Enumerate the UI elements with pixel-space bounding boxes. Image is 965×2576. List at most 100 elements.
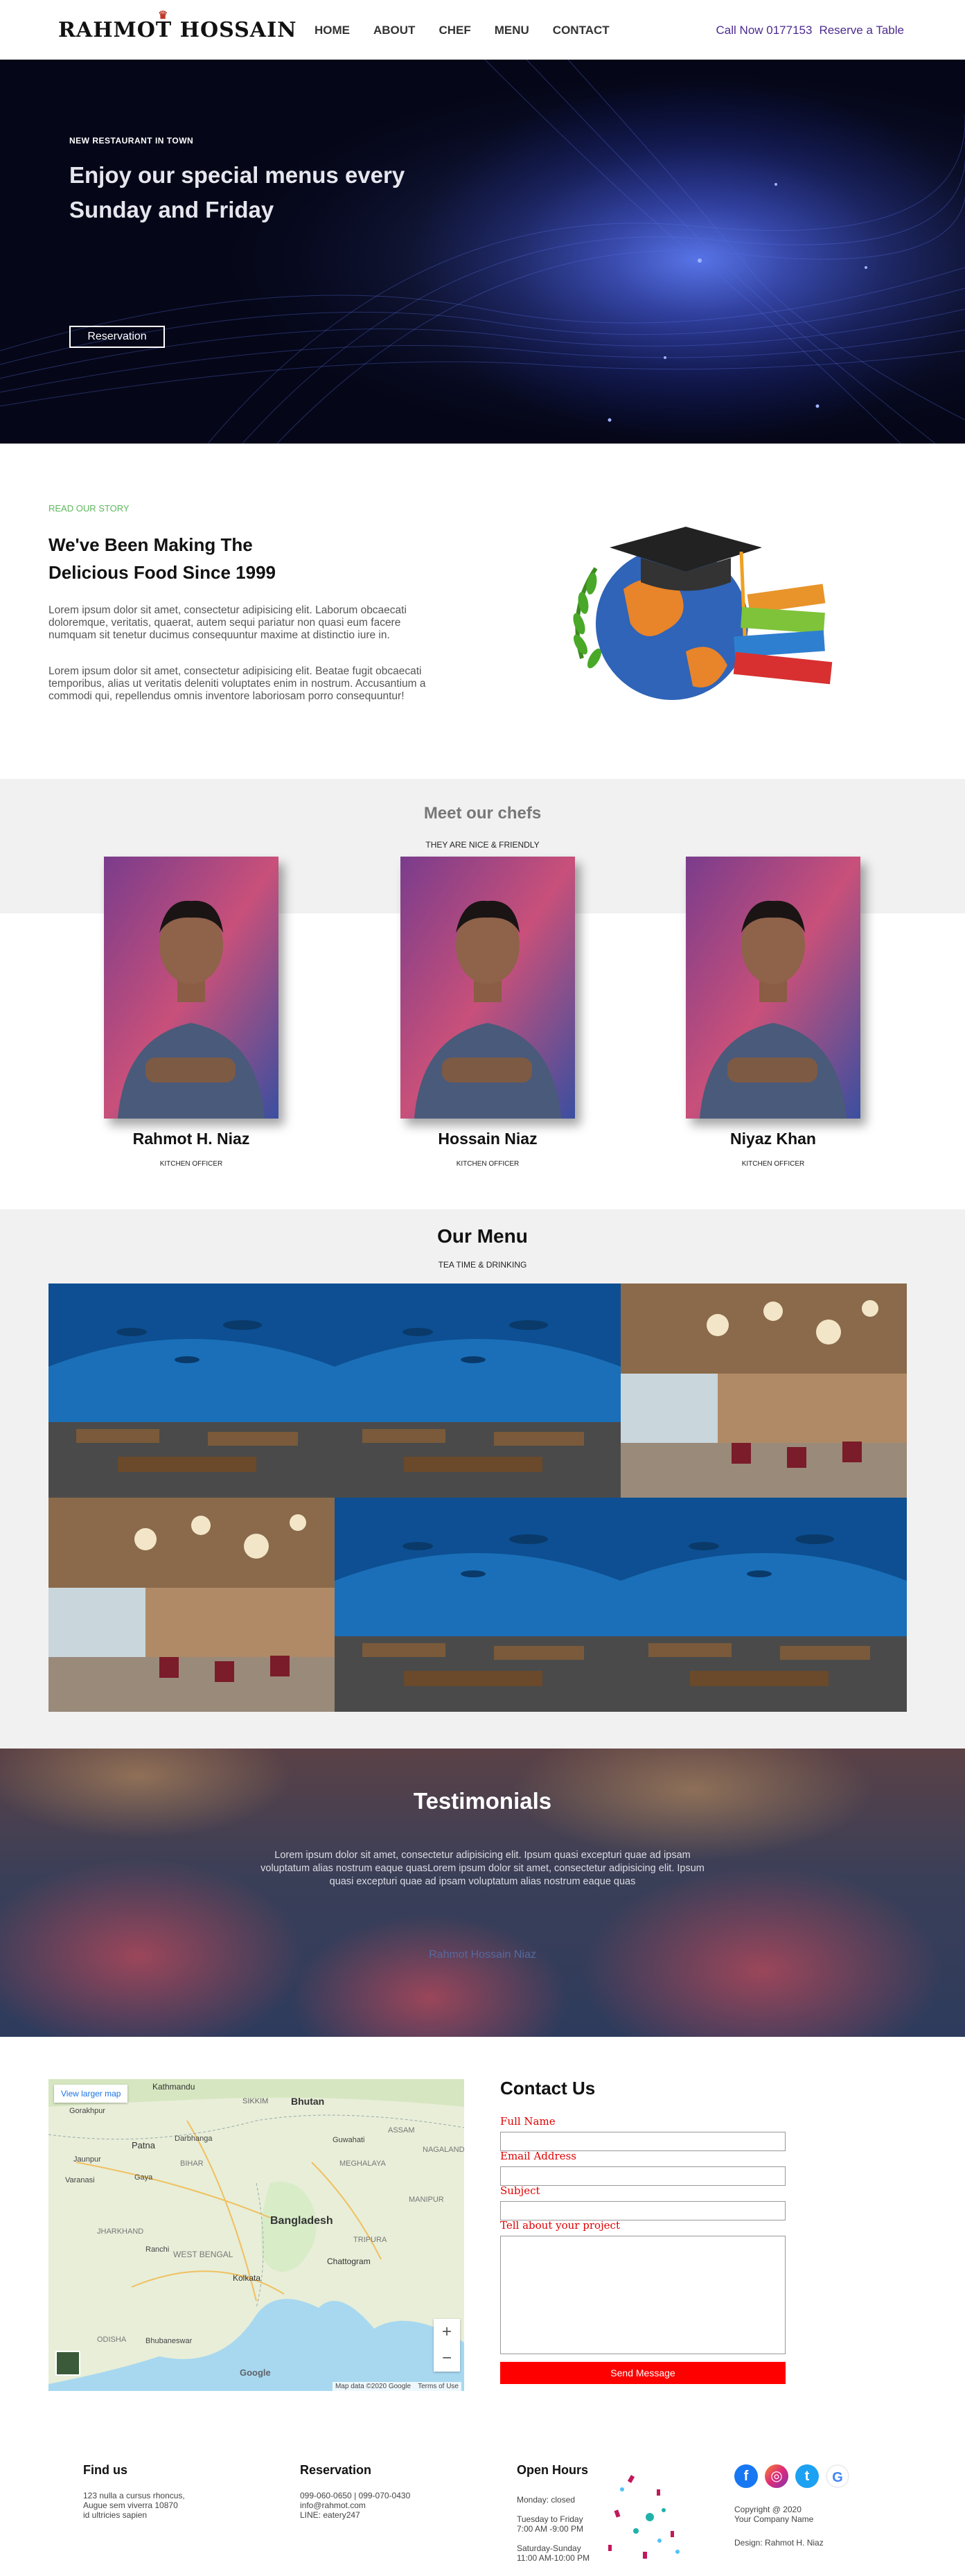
hero-title: Enjoy our special menus every Sunday and…	[69, 162, 405, 222]
address-line: Augue sem viverra 10870	[83, 2500, 178, 2510]
menu-image-aquarium-2[interactable]	[335, 1283, 621, 1498]
hours-line: 7:00 AM -9:00 PM	[517, 2524, 584, 2534]
menu-image-aquarium-4[interactable]	[621, 1498, 907, 1712]
crown-icon: ♛	[158, 8, 169, 21]
find-us-address: 123 nulla a cursus rhoncus, Augue sem vi…	[83, 2491, 185, 2520]
graduation-globe-image	[573, 527, 833, 700]
map-label: Ranchi	[145, 2245, 170, 2254]
nav-home-link[interactable]: HOME	[315, 24, 350, 37]
map-label: Guwahati	[333, 2136, 365, 2144]
top-navigation: ♛ RAHMOT HOSSAIN HOME ABOUT CHEF MENU CO…	[0, 0, 965, 60]
address-line: id ultricies sapien	[83, 2510, 148, 2520]
testimonial-author: Rahmot Hossain Niaz	[429, 1949, 536, 1961]
main-menu: HOME ABOUT CHEF MENU CONTACT	[315, 24, 610, 37]
open-hours-list: Monday: closed Tuesday to Friday 7:00 AM…	[517, 2495, 590, 2563]
copyright-line: Copyright @ 2020	[734, 2505, 802, 2514]
reserve-table-link[interactable]: Reserve a Table	[819, 24, 904, 37]
map-label: NAGALAND	[423, 2146, 464, 2154]
hero-background-art	[0, 60, 965, 444]
map-label: Bangladesh	[270, 2215, 333, 2227]
full-name-field[interactable]	[500, 2132, 786, 2151]
hours-line: 11:00 AM-10:00 PM	[517, 2553, 590, 2563]
map-label: BIHAR	[180, 2159, 204, 2168]
find-us-title: Find us	[83, 2463, 127, 2477]
map-label: Varanasi	[65, 2176, 95, 2184]
company-name: Your Company Name	[734, 2514, 814, 2524]
email-field[interactable]	[500, 2166, 786, 2186]
chef-role-1: KITCHEN OFFICER	[159, 1160, 223, 1168]
subject-field[interactable]	[500, 2201, 786, 2220]
chef-photo-1	[104, 857, 278, 1119]
twitter-icon[interactable]: t	[795, 2464, 819, 2488]
story-title: We've Been Making The Delicious Food Sin…	[48, 534, 276, 583]
map-label: Patna	[132, 2140, 155, 2150]
copyright-text: Copyright @ 2020 Your Company Name	[734, 2505, 813, 2524]
menu-image-dining-hall-1[interactable]	[621, 1283, 907, 1498]
nav-chef-link[interactable]: CHEF	[439, 24, 470, 37]
logo-text: RAHMOT HOSSAIN	[58, 18, 297, 42]
chef-role-3: KITCHEN OFFICER	[741, 1160, 805, 1168]
map-label: Darbhanga	[175, 2135, 213, 2143]
menu-subtitle: TEA TIME & DRINKING	[438, 1260, 527, 1270]
menu-image-dining-hall-2[interactable]	[48, 1498, 335, 1712]
map-label: Bhutan	[291, 2096, 325, 2107]
map-label: ODISHA	[97, 2336, 127, 2344]
story-paragraph-2: Lorem ipsum dolor sit amet, consectetur …	[48, 665, 426, 702]
menu-title: Our Menu	[437, 1225, 528, 1247]
project-textarea[interactable]	[500, 2236, 786, 2354]
view-larger-map-link[interactable]: View larger map	[54, 2085, 128, 2103]
address-line: 123 nulla a cursus rhoncus,	[83, 2491, 185, 2500]
map-label: Gaya	[134, 2173, 153, 2182]
zoom-in-icon[interactable]: +	[434, 2319, 460, 2345]
project-label: Tell about your project	[500, 2219, 620, 2232]
google-map[interactable]: View larger map Kathmandu Bhutan SIKKIM …	[48, 2079, 464, 2391]
menu-image-aquarium-1[interactable]	[48, 1283, 335, 1498]
site-logo[interactable]: ♛ RAHMOT HOSSAIN	[58, 8, 297, 42]
chefs-subtitle: THEY ARE NICE & FRIENDLY	[425, 840, 540, 850]
email-label: Email Address	[500, 2150, 576, 2162]
open-hours-title: Open Hours	[517, 2463, 589, 2477]
hours-line: Tuesday to Friday	[517, 2514, 583, 2524]
hours-line: Saturday-Sunday	[517, 2543, 581, 2553]
map-label: Kolkata	[233, 2273, 261, 2283]
map-label: ASSAM	[388, 2126, 415, 2135]
line-id: LINE: eatery247	[300, 2510, 360, 2520]
google-icon[interactable]: G	[826, 2464, 849, 2488]
nav-about-link[interactable]: ABOUT	[373, 24, 415, 37]
facebook-icon[interactable]: f	[734, 2464, 758, 2488]
map-label: MANIPUR	[409, 2196, 444, 2204]
full-name-label: Full Name	[500, 2115, 556, 2128]
nav-menu-link[interactable]: MENU	[495, 24, 529, 37]
nav-contact-link[interactable]: CONTACT	[553, 24, 610, 37]
reservation-info: 099-060-0650 | 099-070-0430 info@rahmot.…	[300, 2491, 410, 2520]
call-now-link[interactable]: Call Now 0177153	[716, 24, 813, 37]
zoom-controls: + −	[434, 2319, 460, 2372]
chef-photo-2	[400, 857, 575, 1119]
menu-image-aquarium-3[interactable]	[335, 1498, 621, 1712]
satellite-toggle[interactable]	[55, 2351, 80, 2376]
send-message-button[interactable]: Send Message	[500, 2362, 786, 2384]
chef-name-1: Rahmot H. Niaz	[132, 1130, 250, 1148]
testimonial-text: Lorem ipsum dolor sit amet, consectetur …	[260, 1850, 705, 1887]
map-label: MEGHALAYA	[339, 2159, 386, 2168]
map-label: TRIPURA	[353, 2236, 387, 2244]
nav-right: Call Now 0177153 Reserve a Table	[716, 24, 904, 37]
instagram-icon[interactable]: ◎	[765, 2464, 788, 2488]
chef-name-2: Hossain Niaz	[438, 1130, 538, 1148]
reservation-button[interactable]: Reservation	[69, 326, 165, 348]
map-terms-link[interactable]: Terms of Use	[418, 2383, 459, 2390]
email-link[interactable]: info@rahmot.com	[300, 2500, 410, 2510]
hero-tagline: NEW RESTAURANT IN TOWN	[69, 136, 194, 146]
map-label: Gorakhpur	[69, 2107, 105, 2115]
chef-role-2: KITCHEN OFFICER	[456, 1160, 520, 1168]
phone-numbers[interactable]: 099-060-0650 | 099-070-0430	[300, 2491, 410, 2500]
story-paragraph-1: Lorem ipsum dolor sit amet, consectetur …	[48, 604, 407, 641]
chefs-title: Meet our chefs	[423, 804, 542, 823]
map-label: Jaunpur	[73, 2155, 101, 2164]
chef-name-3: Niyaz Khan	[730, 1130, 816, 1148]
story-tagline: READ OUR STORY	[48, 503, 130, 514]
zoom-out-icon[interactable]: −	[434, 2345, 460, 2372]
map-attribution: Map data ©2020 Google Terms of Use	[332, 2382, 461, 2391]
chef-photo-3	[686, 857, 860, 1119]
testimonials-title: Testimonials	[413, 1788, 552, 1814]
